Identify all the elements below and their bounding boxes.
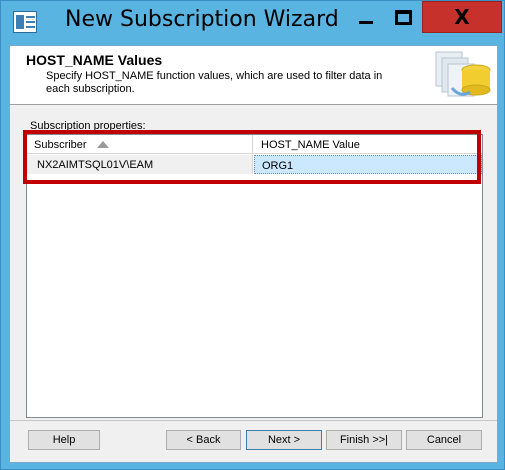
cancel-button[interactable]: Cancel (406, 430, 482, 450)
next-button[interactable]: Next > (246, 430, 322, 450)
maximize-icon (394, 9, 412, 25)
database-wizard-icon (435, 51, 491, 97)
wizard-body: HOST_NAME Values Specify HOST_NAME funct… (9, 45, 498, 463)
maximize-button[interactable] (385, 1, 421, 33)
highlight-annotation-box (23, 130, 481, 184)
finish-button[interactable]: Finish >>| (326, 430, 402, 450)
minimize-button[interactable] (349, 1, 383, 33)
page-header: HOST_NAME Values Specify HOST_NAME funct… (10, 46, 497, 104)
wizard-window: New Subscription Wizard X HOST_NAME Valu… (0, 0, 505, 470)
title-bar[interactable]: New Subscription Wizard X (1, 1, 505, 45)
back-button[interactable]: < Back (166, 430, 241, 450)
header-divider (10, 104, 497, 105)
window-title: New Subscription Wizard (65, 7, 339, 32)
app-icon[interactable] (13, 11, 37, 33)
page-title: HOST_NAME Values (26, 52, 163, 68)
close-button[interactable]: X (422, 1, 502, 33)
minimize-icon (359, 20, 373, 24)
help-button[interactable]: Help (28, 430, 100, 450)
footer-divider (10, 420, 497, 421)
page-description: Specify HOST_NAME function values, which… (46, 70, 383, 95)
close-icon: X (454, 5, 470, 29)
